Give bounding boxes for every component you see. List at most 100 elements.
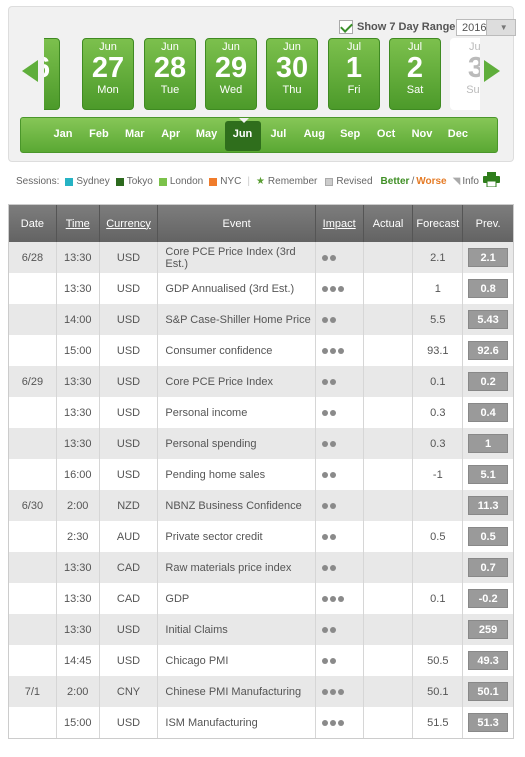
- show-7-day-toggle[interactable]: Show 7 Day Range: [339, 20, 455, 34]
- header-currency[interactable]: Currency: [100, 205, 159, 242]
- impact-dot: [321, 440, 328, 447]
- day-number: 2: [406, 52, 424, 84]
- cell-event[interactable]: NBNZ Business Confidence: [158, 490, 316, 521]
- day-card[interactable]: Jun 27 Mon: [82, 38, 134, 110]
- table-row[interactable]: 15:00 USD ISM Manufacturing 51.5 51.3: [9, 707, 513, 738]
- table-row[interactable]: 6/29 13:30 USD Core PCE Price Index 0.1 0.2: [9, 366, 513, 397]
- day-card[interactable]: Jul 1 Fri: [328, 38, 380, 110]
- day-weekday: Sun: [44, 84, 59, 96]
- impact-dot: [329, 378, 336, 385]
- session-label[interactable]: Tokyo: [127, 176, 153, 187]
- next-day-arrow-icon[interactable]: [484, 60, 500, 82]
- month-tab[interactable]: Aug: [296, 128, 332, 140]
- cell-time: 13:30: [57, 273, 100, 304]
- cell-event[interactable]: Raw materials price index: [158, 552, 316, 583]
- cell-forecast: 1: [413, 273, 464, 304]
- legend-bar: Sessions: Sydney Tokyo London NYC | ★ Remem…: [16, 176, 479, 187]
- table-row[interactable]: 14:45 USD Chicago PMI 50.5 49.3: [9, 645, 513, 676]
- table-row[interactable]: 13:30 CAD Raw materials price index 0.7: [9, 552, 513, 583]
- cell-currency: CAD: [100, 583, 159, 614]
- table-row[interactable]: 6/28 13:30 USD Core PCE Price Index (3rd Es…: [9, 242, 513, 273]
- impact-dot: [321, 626, 328, 633]
- cell-event[interactable]: Private sector credit: [158, 521, 316, 552]
- cell-event[interactable]: Chicago PMI: [158, 645, 316, 676]
- prev-value-badge: 5.43: [468, 310, 509, 329]
- month-tab[interactable]: Jan: [45, 128, 81, 140]
- month-tab[interactable]: Feb: [81, 128, 117, 140]
- table-row[interactable]: 13:30 USD GDP Annualised (3rd Est.) 1 0.8: [9, 273, 513, 304]
- month-tab[interactable]: Dec: [440, 128, 476, 140]
- cell-event[interactable]: Pending home sales: [158, 459, 316, 490]
- cell-forecast: 93.1: [413, 335, 464, 366]
- session-label[interactable]: Sydney: [76, 176, 109, 187]
- month-tab[interactable]: Jun: [224, 118, 261, 151]
- cell-time: 13:30: [57, 614, 100, 645]
- cell-actual: [364, 397, 414, 428]
- cell-event[interactable]: GDP Annualised (3rd Est.): [158, 273, 316, 304]
- day-card[interactable]: Jun 28 Tue: [144, 38, 196, 110]
- table-row[interactable]: 13:30 USD Initial Claims 259: [9, 614, 513, 645]
- table-row[interactable]: 2:30 AUD Private sector credit 0.5 0.5: [9, 521, 513, 552]
- cell-currency: USD: [100, 242, 159, 273]
- month-tab[interactable]: Mar: [117, 128, 153, 140]
- month-tab[interactable]: Apr: [153, 128, 189, 140]
- cell-actual: [364, 366, 414, 397]
- month-tab[interactable]: Jul: [260, 128, 296, 140]
- cell-event[interactable]: Initial Claims: [158, 614, 316, 645]
- info-icon: ◥: [452, 176, 461, 187]
- remember-label[interactable]: Remember: [268, 176, 317, 187]
- cell-actual: [364, 459, 414, 490]
- month-tab[interactable]: Oct: [368, 128, 404, 140]
- month-tab[interactable]: May: [189, 128, 225, 140]
- cell-prev: 0.7: [463, 552, 513, 583]
- cell-date: 6/28: [9, 242, 57, 273]
- cell-forecast: [413, 552, 464, 583]
- cell-event[interactable]: Chinese PMI Manufacturing: [158, 676, 316, 707]
- cell-forecast: 50.5: [413, 645, 464, 676]
- header-impact[interactable]: Impact: [316, 205, 364, 242]
- table-row[interactable]: 14:00 USD S&P Case-Shiller Home Price 5.5 5.…: [9, 304, 513, 335]
- day-card[interactable]: Jul3Sun: [450, 38, 480, 110]
- cell-event[interactable]: ISM Manufacturing: [158, 707, 316, 738]
- day-card[interactable]: Jul 2 Sat: [389, 38, 441, 110]
- better-label: Better: [380, 176, 410, 187]
- cell-event[interactable]: Personal income: [158, 397, 316, 428]
- month-tab[interactable]: Nov: [404, 128, 440, 140]
- cell-forecast: 0.5: [413, 521, 464, 552]
- cell-prev: 5.1: [463, 459, 513, 490]
- cell-event[interactable]: Core PCE Price Index: [158, 366, 316, 397]
- day-card[interactable]: Jun 30 Thu: [266, 38, 318, 110]
- checkbox-icon[interactable]: [339, 20, 353, 34]
- cell-event[interactable]: Core PCE Price Index (3rd Est.): [158, 242, 316, 273]
- table-row[interactable]: 13:30 CAD GDP 0.1 -0.2: [9, 583, 513, 614]
- table-row[interactable]: 7/1 2:00 CNY Chinese PMI Manufacturing 50.1 5…: [9, 676, 513, 707]
- star-icon: ★: [255, 176, 265, 187]
- cell-actual: [364, 645, 414, 676]
- day-card[interactable]: Jun 29 Wed: [205, 38, 257, 110]
- header-event: Event: [158, 205, 316, 242]
- table-row[interactable]: 15:00 USD Consumer confidence 93.1 92.6: [9, 335, 513, 366]
- header-time[interactable]: Time: [57, 205, 100, 242]
- table-row[interactable]: 16:00 USD Pending home sales -1 5.1: [9, 459, 513, 490]
- cell-date: [9, 645, 57, 676]
- prev-value-badge: 0.8: [468, 279, 509, 298]
- day-card[interactable]: Jun26Sun: [44, 38, 60, 110]
- cell-impact: [316, 397, 364, 428]
- table-row[interactable]: 13:30 USD Personal income 0.3 0.4: [9, 397, 513, 428]
- chevron-down-icon[interactable]: ▼: [486, 20, 515, 35]
- prev-value-badge: 259: [468, 620, 509, 639]
- session-label[interactable]: London: [170, 176, 203, 187]
- sessions-label: Sessions:: [16, 176, 60, 187]
- print-icon[interactable]: [483, 172, 500, 187]
- table-row[interactable]: 6/30 2:00 NZD NBNZ Business Confidence 11.3: [9, 490, 513, 521]
- year-select[interactable]: 2016 ▼: [456, 19, 516, 36]
- session-label[interactable]: NYC: [220, 176, 241, 187]
- cell-event[interactable]: Personal spending: [158, 428, 316, 459]
- cell-event[interactable]: Consumer confidence: [158, 335, 316, 366]
- table-row[interactable]: 13:30 USD Personal spending 0.3 1: [9, 428, 513, 459]
- month-tab[interactable]: Sep: [332, 128, 368, 140]
- cell-event[interactable]: GDP: [158, 583, 316, 614]
- cell-event[interactable]: S&P Case-Shiller Home Price: [158, 304, 316, 335]
- prev-day-arrow-icon[interactable]: [22, 60, 38, 82]
- cell-impact: [316, 707, 364, 738]
